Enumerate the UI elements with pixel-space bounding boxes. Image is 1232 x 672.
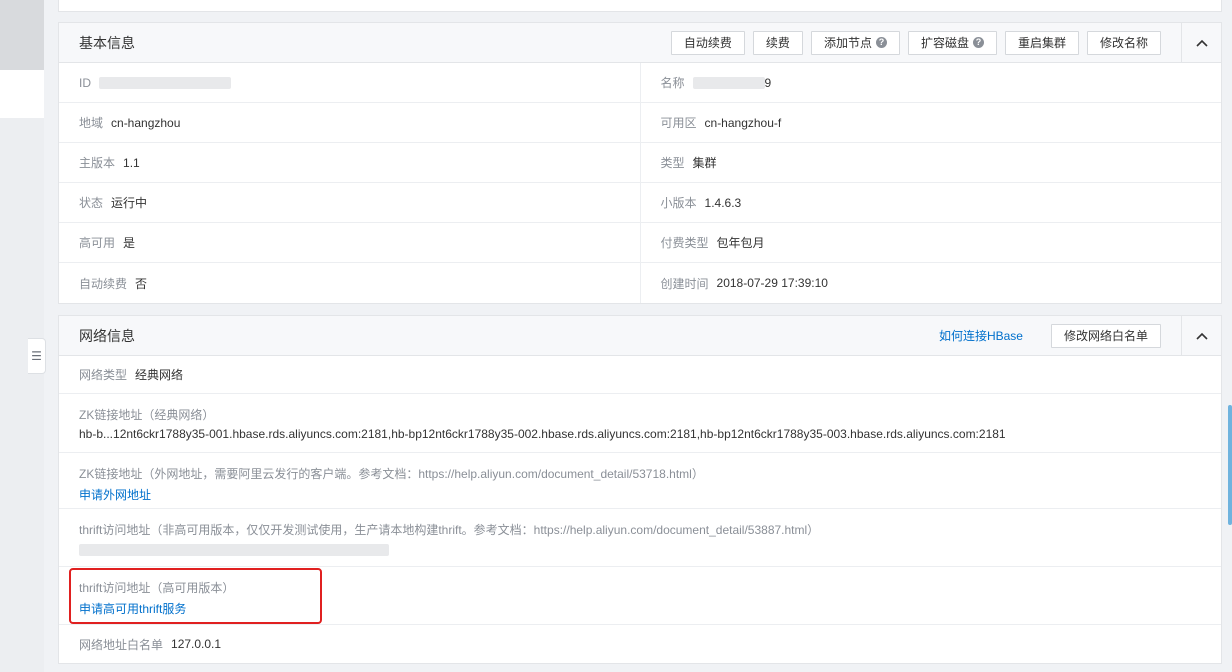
- button-label: 重启集群: [1017, 36, 1066, 50]
- info-row: 高可用 是 付费类型 包年包月: [59, 223, 1221, 263]
- sidebar-toggle-icon[interactable]: ☰: [28, 338, 46, 374]
- info-row: 主版本 1.1 类型 集群: [59, 143, 1221, 183]
- zone-cell: 可用区 cn-hangzhou-f: [639, 103, 1222, 142]
- add-node-button[interactable]: 添加节点?: [810, 30, 900, 55]
- highlight-annotation: [69, 568, 322, 624]
- region-value: cn-hangzhou: [111, 115, 181, 130]
- region-label: 地域: [79, 116, 104, 130]
- created-value: 2018-07-29 17:39:10: [716, 276, 828, 290]
- info-row: 地域 cn-hangzhou 可用区 cn-hangzhou-f: [59, 103, 1221, 143]
- button-label: 修改名称: [1099, 36, 1148, 50]
- redacted-id: [99, 76, 231, 89]
- status-value: 运行中: [111, 196, 148, 210]
- auto-renew-cell: 自动续费 否: [59, 263, 640, 303]
- pay-type-value: 包年包月: [716, 236, 765, 250]
- chevron-up-icon[interactable]: [1181, 316, 1221, 356]
- network-type-value: 经典网络: [135, 368, 184, 382]
- main-content: 基本信息 自动续费 续费 添加节点? 扩容磁盘? 重启集群 修改名称 ID 名称: [58, 0, 1222, 664]
- whitelist-value: 127.0.0.1: [171, 637, 222, 651]
- name-cell: 名称 9: [639, 63, 1222, 102]
- zk-classic-value: hb-b...12nt6ckr1788y35-001.hbase.rds.ali…: [79, 427, 1006, 441]
- button-label: 添加节点: [823, 36, 872, 50]
- pay-type-label: 付费类型: [660, 236, 709, 250]
- zk-classic-row: ZK链接地址（经典网络） hb-b...12nt6ckr1788y35-001.…: [59, 394, 1221, 453]
- auto-renew-value: 否: [135, 276, 148, 291]
- whitelist-row: 网络地址白名单 127.0.0.1: [59, 625, 1221, 663]
- left-sidebar: [0, 0, 44, 672]
- created-label: 创建时间: [660, 276, 709, 291]
- chevron-up-icon[interactable]: [1181, 23, 1221, 63]
- thrift-row: thrift访问地址（非高可用版本，仅仅开发测试使用，生产请本地构建thrift…: [59, 509, 1221, 567]
- auto-renew-label: 自动续费: [79, 276, 128, 291]
- sidebar-top-block: [0, 0, 44, 70]
- zk-classic-label: ZK链接地址（经典网络）: [79, 408, 215, 422]
- status-label: 状态: [79, 196, 104, 210]
- ha-cell: 高可用 是: [59, 223, 640, 262]
- zk-public-row: ZK链接地址（外网地址，需要阿里云发行的客户端。参考文档：https://hel…: [59, 453, 1221, 509]
- network-type-row: 网络类型 经典网络: [59, 356, 1221, 394]
- id-cell: ID: [59, 63, 640, 102]
- basic-info-header: 基本信息 自动续费 续费 添加节点? 扩容磁盘? 重启集群 修改名称: [59, 23, 1221, 63]
- renew-button[interactable]: 续费: [752, 30, 803, 55]
- region-cell: 地域 cn-hangzhou: [59, 103, 640, 142]
- zone-label: 可用区: [660, 116, 697, 130]
- question-icon: ?: [972, 37, 984, 48]
- rename-button[interactable]: 修改名称: [1086, 30, 1161, 55]
- panel-title: 网络信息: [79, 327, 135, 344]
- whitelist-label: 网络地址白名单: [79, 637, 164, 652]
- info-row: 状态 运行中 小版本 1.4.6.3: [59, 183, 1221, 223]
- type-label: 类型: [660, 156, 685, 170]
- major-version-value: 1.1: [123, 155, 140, 170]
- type-cell: 类型 集群: [639, 143, 1222, 182]
- panel-title: 基本信息: [79, 34, 135, 51]
- name-value: 9: [764, 75, 772, 90]
- major-version-label: 主版本: [79, 156, 116, 170]
- button-label: 续费: [765, 36, 790, 50]
- sidebar-active-item[interactable]: [0, 70, 44, 118]
- restart-cluster-button[interactable]: 重启集群: [1004, 30, 1079, 55]
- info-row: 自动续费 否 创建时间 2018-07-29 17:39:10: [59, 263, 1221, 303]
- button-label: 自动续费: [683, 36, 732, 50]
- ha-value: 是: [123, 236, 136, 250]
- zk-public-label: ZK链接地址（外网地址，需要阿里云发行的客户端。参考文档：https://hel…: [79, 467, 704, 481]
- minor-version-value: 1.4.6.3: [704, 195, 742, 210]
- question-icon: ?: [875, 37, 887, 48]
- auto-renew-button[interactable]: 自动续费: [670, 30, 745, 55]
- info-row: ID 名称 9: [59, 63, 1221, 103]
- network-type-label: 网络类型: [79, 368, 128, 382]
- scrollbar[interactable]: [1228, 405, 1232, 525]
- ha-label: 高可用: [79, 236, 116, 250]
- redacted-thrift-address: [79, 543, 389, 556]
- how-to-connect-link[interactable]: 如何连接HBase: [939, 327, 1023, 344]
- network-info-header: 网络信息 如何连接HBase 修改网络白名单: [59, 316, 1221, 356]
- zone-value: cn-hangzhou-f: [704, 115, 782, 130]
- minor-version-label: 小版本: [660, 196, 697, 210]
- button-label: 修改网络白名单: [1063, 329, 1148, 343]
- name-label: 名称: [660, 76, 685, 90]
- id-label: ID: [79, 75, 91, 90]
- major-version-cell: 主版本 1.1: [59, 143, 640, 182]
- edit-whitelist-button[interactable]: 修改网络白名单: [1050, 323, 1161, 348]
- type-value: 集群: [692, 156, 717, 170]
- button-label: 扩容磁盘: [920, 36, 969, 50]
- basic-actions: 自动续费 续费 添加节点? 扩容磁盘? 重启集群 修改名称: [670, 30, 1161, 55]
- status-cell: 状态 运行中: [59, 183, 640, 222]
- expand-disk-button[interactable]: 扩容磁盘?: [907, 30, 997, 55]
- apply-public-address-link[interactable]: 申请外网地址: [79, 488, 151, 502]
- thrift-label: thrift访问地址（非高可用版本，仅仅开发测试使用，生产请本地构建thrift…: [79, 523, 820, 537]
- network-actions: 修改网络白名单: [1050, 323, 1161, 348]
- redacted-name: [692, 76, 765, 89]
- basic-info-panel: 基本信息 自动续费 续费 添加节点? 扩容磁盘? 重启集群 修改名称 ID 名称: [58, 22, 1222, 304]
- created-cell: 创建时间 2018-07-29 17:39:10: [639, 263, 1222, 303]
- minor-version-cell: 小版本 1.4.6.3: [639, 183, 1222, 222]
- pay-type-cell: 付费类型 包年包月: [639, 223, 1222, 262]
- previous-panel-bottom: [58, 0, 1222, 12]
